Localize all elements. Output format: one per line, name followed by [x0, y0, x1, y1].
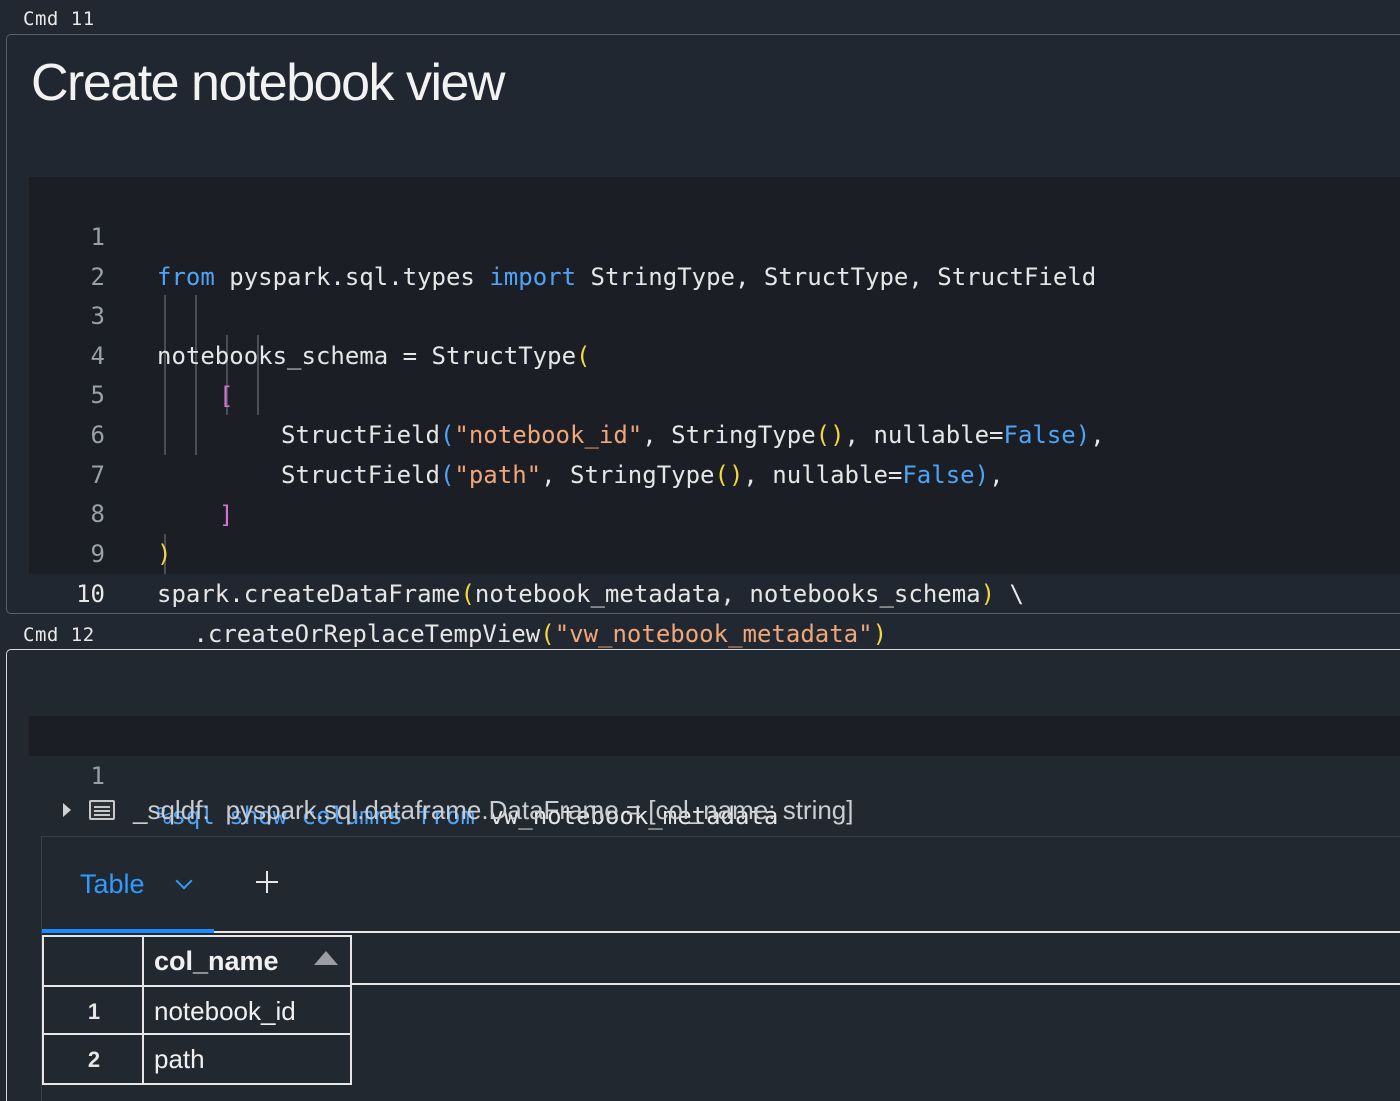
code-token: )	[872, 620, 888, 648]
line-number: 10	[76, 580, 105, 608]
code-editor[interactable]: 1 from pyspark.sql.types import StringTy…	[29, 177, 1400, 648]
cell-value: path	[154, 1044, 205, 1074]
code-line[interactable]: 3 notebooks_schema = StructType(	[29, 256, 1400, 370]
dataframe-schema: pyspark.sql.dataframe.DataFrame = [col_n…	[225, 794, 854, 825]
chevron-down-icon[interactable]	[175, 872, 193, 890]
notebook-cell-12[interactable]: 1 %sql show columns from vw_notebook_met…	[6, 649, 1400, 1101]
code-token: (	[460, 580, 475, 608]
markdown-title: Create notebook view	[31, 54, 505, 112]
dataframe-name: _sqldf:	[133, 794, 210, 825]
sort-asc-icon[interactable]	[314, 951, 338, 965]
code-line[interactable]: 9 spark.createDataFrame(notebook_metadat…	[29, 494, 1400, 608]
notebook-cell-11[interactable]: Create notebook view 1 from pyspark.sql.…	[6, 34, 1400, 648]
code-token: .createOrReplaceTempView	[179, 620, 541, 648]
row-number-header	[42, 935, 144, 985]
row-number: 1	[87, 999, 101, 1024]
dataframe-icon	[89, 800, 115, 820]
cell-value: notebook_id	[154, 996, 296, 1026]
plus-icon[interactable]	[256, 871, 278, 893]
code-line[interactable]: 6 StructField("path", StringType(), null…	[29, 375, 1400, 489]
code-token: spark.createDataFrame	[157, 580, 461, 608]
row-number: 2	[87, 1047, 101, 1072]
result-tabbar: Table	[42, 837, 1400, 933]
cmd-label-11: Cmd 11	[23, 8, 95, 30]
code-line[interactable]: 2	[29, 217, 1400, 291]
table-row: 1	[42, 985, 144, 1035]
table-cell[interactable]: notebook_id	[142, 985, 352, 1035]
code-editor[interactable]: 1 %sql show columns from vw_notebook_met…	[29, 716, 1400, 830]
code-token: \	[995, 580, 1024, 608]
table-row: 2	[42, 1033, 144, 1085]
code-token: notebook_metadata, notebooks_schema	[474, 580, 981, 608]
code-line[interactable]: 7 ]	[29, 415, 1400, 529]
code-line[interactable]: 5 StructField("notebook_id", StringType(…	[29, 335, 1400, 449]
table-cell[interactable]: path	[142, 1033, 352, 1085]
line-number: 1	[90, 762, 105, 790]
tab-table[interactable]: Table	[42, 837, 214, 933]
column-header[interactable]: col_name	[142, 935, 352, 985]
column-header-label: col_name	[154, 946, 279, 976]
result-panel: Table col_name 1 notebook_id 2 path	[41, 836, 1400, 1101]
code-line[interactable]: 1 %sql show columns from vw_notebook_met…	[29, 716, 1400, 830]
tab-table-label: Table	[80, 869, 145, 899]
code-line[interactable]: 8 )	[29, 454, 1400, 568]
code-line[interactable]: 4 [	[29, 296, 1400, 410]
code-line[interactable]: 10 .createOrReplaceTempView("vw_notebook…	[29, 534, 1400, 648]
cmd-label-12: Cmd 12	[23, 624, 95, 646]
code-token: (	[540, 620, 555, 648]
code-token: "vw_notebook_metadata"	[554, 620, 873, 648]
dataframe-info[interactable]: _sqldf: pyspark.sql.dataframe.DataFrame …	[63, 793, 854, 827]
code-line[interactable]: 1 from pyspark.sql.types import StringTy…	[29, 177, 1400, 291]
code-token: )	[980, 580, 996, 608]
caret-right-icon[interactable]	[63, 803, 71, 817]
